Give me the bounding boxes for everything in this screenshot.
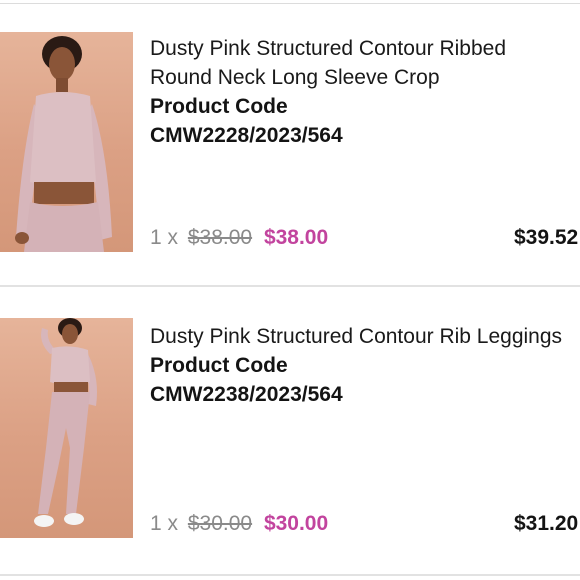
product-image-leggings[interactable] (0, 318, 133, 538)
line-total: $31.20 (514, 512, 579, 535)
cart-item: Dusty Pink Structured Contour Rib Leggin… (0, 288, 580, 574)
item-details: Dusty Pink Structured Contour Rib Leggin… (150, 322, 580, 409)
cart-item: Dusty Pink Structured Contour Ribbed Rou… (0, 4, 580, 285)
price-row: 1 x $38.00 $38.00 (150, 226, 328, 250)
item-details: Dusty Pink Structured Contour Ribbed Rou… (150, 34, 580, 150)
original-price: $30.00 (187, 512, 253, 535)
model-leggings-illustration (34, 318, 97, 527)
product-code-label: Product Code (150, 95, 288, 118)
model-crop-top-illustration (15, 36, 112, 252)
quantity: 1 x (150, 226, 179, 249)
product-name[interactable]: Dusty Pink Structured Contour Rib Leggin… (150, 322, 580, 351)
original-price: $38.00 (187, 226, 253, 249)
bottom-divider (0, 574, 580, 578)
product-name[interactable]: Dusty Pink Structured Contour Ribbed Rou… (150, 34, 580, 92)
product-image-crop-top[interactable] (0, 32, 133, 252)
price-row: 1 x $30.00 $30.00 (150, 512, 328, 536)
sale-price: $30.00 (263, 512, 329, 535)
product-code: CMW2228/2023/564 (150, 124, 343, 147)
product-code: CMW2238/2023/564 (150, 383, 343, 406)
cart-items-page: Dusty Pink Structured Contour Ribbed Rou… (0, 0, 580, 580)
quantity: 1 x (150, 512, 179, 535)
line-total: $39.52 (514, 226, 579, 249)
sale-price: $38.00 (263, 226, 329, 249)
product-code-label: Product Code (150, 354, 288, 377)
